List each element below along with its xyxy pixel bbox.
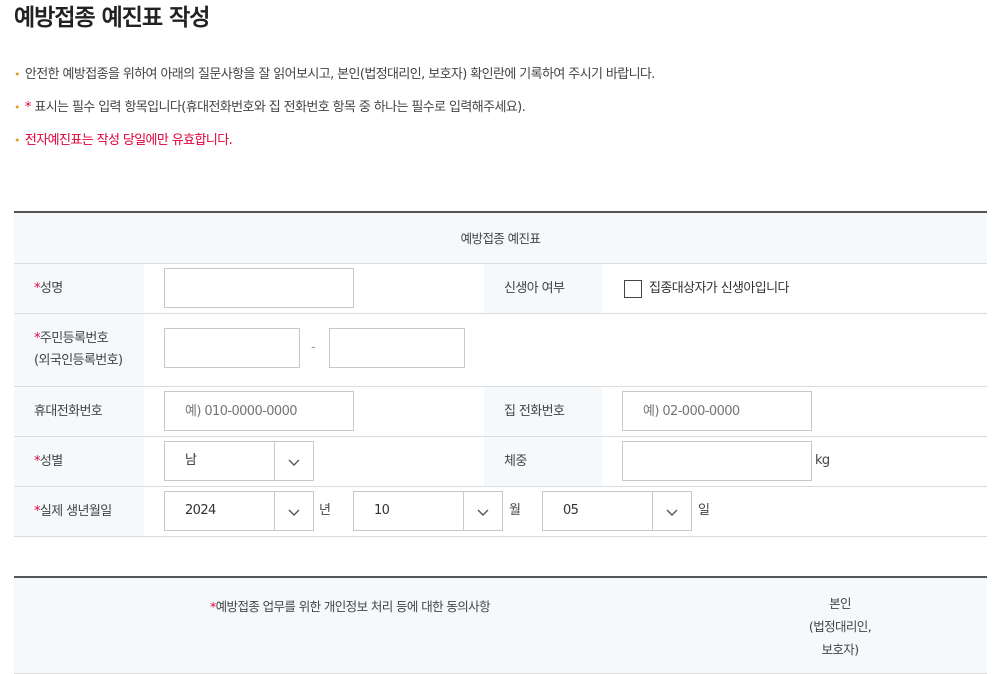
form-row-gender: *성별 남 체중 kg [14, 437, 987, 487]
birthdate-label-cell: *실제 생년월일 [14, 487, 144, 536]
chevron-down-icon [288, 459, 300, 466]
home-phone-label-cell: 집 전화번호 [484, 387, 602, 436]
form-row-phone: 휴대전화번호 집 전화번호 [14, 387, 987, 437]
gender-select[interactable]: 남 [164, 441, 314, 481]
prescreening-form-table: 예방접종 예진표 *성명 신생아 여부 집종대상자가 신생아입니다 *주민등록번… [14, 211, 987, 537]
rrn-front-input[interactable] [164, 328, 300, 368]
newborn-checkbox[interactable] [624, 280, 642, 298]
mobile-phone-input[interactable] [164, 391, 354, 431]
weight-label-cell: 체중 [484, 437, 602, 486]
chevron-down-icon [288, 509, 300, 516]
rrn-label-cell: *주민등록번호 (외국인등록번호) [14, 314, 144, 386]
form-table-header: 예방접종 예진표 [14, 213, 987, 264]
rrn-dash: - [311, 340, 316, 355]
newborn-label-cell: 신생아 여부 [484, 264, 602, 313]
consent-table: *예방접종 업무를 위한 개인정보 처리 등에 대한 동의사항 본인 (법정대리… [14, 576, 987, 674]
bullet-icon: • [14, 134, 20, 147]
weight-input[interactable] [622, 441, 812, 481]
notice-item: • * 표시는 필수 입력 항목입니다(휴대전화번호와 집 전화번호 항목 중 하… [14, 100, 526, 115]
birth-year-select[interactable]: 2024 [164, 491, 314, 531]
name-input[interactable] [164, 268, 354, 308]
bullet-icon: • [14, 68, 20, 81]
notice-item: • 전자예진표는 작성 당일에만 유효합니다. [14, 133, 233, 148]
form-row-rrn: *주민등록번호 (외국인등록번호) - [14, 314, 987, 387]
year-unit: 년 [319, 503, 331, 518]
weight-unit: kg [815, 453, 830, 468]
notice-item: • 안전한 예방접종을 위하여 아래의 질문사항을 잘 읽어보시고, 본인(법정대… [14, 67, 655, 82]
name-label-cell: *성명 [14, 264, 144, 313]
mobile-label-cell: 휴대전화번호 [14, 387, 144, 436]
page-title: 예방접종 예진표 작성 [14, 5, 210, 31]
newborn-checkbox-label[interactable]: 집종대상자가 신생아입니다 [649, 280, 789, 298]
consent-title: *예방접종 업무를 위한 개인정보 처리 등에 대한 동의사항 [210, 599, 491, 614]
day-unit: 일 [698, 503, 710, 518]
chevron-down-icon [666, 509, 678, 516]
birth-day-select[interactable]: 05 [542, 491, 692, 531]
birth-month-select[interactable]: 10 [353, 491, 503, 531]
bullet-icon: • [14, 101, 20, 114]
rrn-back-input[interactable] [329, 328, 465, 368]
form-row-name: *성명 신생아 여부 집종대상자가 신생아입니다 [14, 264, 987, 314]
home-phone-input[interactable] [622, 391, 812, 431]
chevron-down-icon [477, 509, 489, 516]
gender-label-cell: *성별 [14, 437, 144, 486]
month-unit: 월 [509, 503, 521, 518]
consent-signer-header: 본인 (법정대리인, 보호자) [808, 596, 872, 657]
form-row-birthdate: *실제 생년월일 2024 년 10 월 05 일 [14, 487, 987, 537]
